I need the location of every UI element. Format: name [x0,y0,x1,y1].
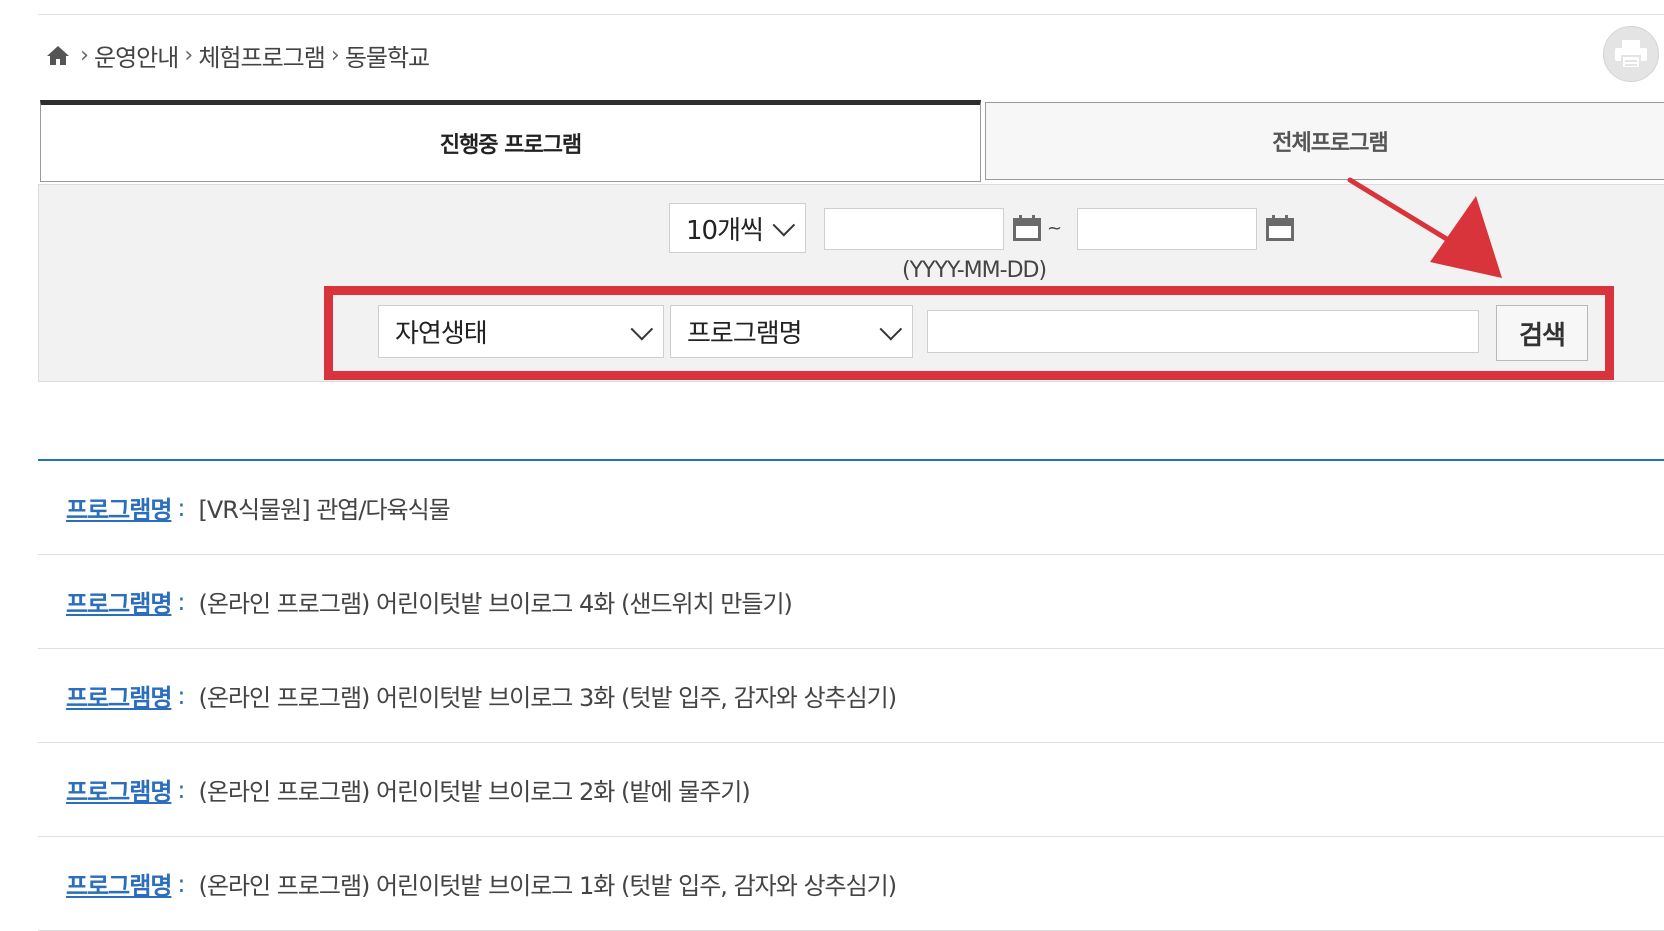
breadcrumb: › 운영안내 › 체험프로그램 › 동물학교 [44,38,430,73]
program-label-colon: : [177,681,185,710]
program-label[interactable]: 프로그램명 [66,678,172,713]
top-divider [38,14,1664,15]
breadcrumb-item[interactable]: 운영안내 [94,38,179,73]
breadcrumb-item-current: 동물학교 [344,43,430,72]
program-list: 프로그램명 : [VR식물원] 관엽/다육식물 프로그램명 : (온라인 프로그… [38,461,1664,931]
per-page-select[interactable]: 10개씩 [669,203,806,253]
tab-ongoing-programs[interactable]: 진행중 프로그램 [40,100,981,182]
program-label-colon: : [177,869,185,898]
program-title[interactable]: [VR식물원] 관엽/다육식물 [199,490,451,525]
calendar-icon[interactable] [1012,214,1042,242]
program-title[interactable]: (온라인 프로그램) 어린이텃밭 브이로그 3화 (텃밭 입주, 감자와 상추심… [199,678,898,713]
print-button[interactable] [1603,26,1659,82]
printer-icon [1615,40,1647,69]
per-page-value: 10개씩 [686,215,764,246]
program-label[interactable]: 프로그램명 [66,584,172,619]
list-item[interactable]: 프로그램명 : (온라인 프로그램) 어린이텃밭 브이로그 4화 (샌드위치 만… [38,555,1664,649]
chevron-right-icon: › [80,42,89,68]
list-item[interactable]: 프로그램명 : (온라인 프로그램) 어린이텃밭 브이로그 2화 (밭에 물주기… [38,743,1664,837]
start-date-input[interactable] [824,208,1004,250]
program-label-colon: : [177,775,185,804]
program-title[interactable]: (온라인 프로그램) 어린이텃밭 브이로그 4화 (샌드위치 만들기) [199,584,793,619]
chevron-right-icon: › [330,42,340,68]
list-item[interactable]: 프로그램명 : (온라인 프로그램) 어린이텃밭 브이로그 1화 (텃밭 입주,… [38,837,1664,931]
annotation-arrow-icon [1347,177,1502,278]
date-format-hint: (YYYY-MM-DD) [902,258,1047,283]
list-item[interactable]: 프로그램명 : [VR식물원] 관엽/다육식물 [38,461,1664,555]
program-label-colon: : [177,493,185,522]
end-date-input[interactable] [1077,208,1257,250]
calendar-icon[interactable] [1265,214,1295,242]
program-label[interactable]: 프로그램명 [66,866,172,901]
breadcrumb-item[interactable]: 체험프로그램 [198,38,325,73]
home-icon[interactable] [44,41,72,69]
tab-all-programs[interactable]: 전체프로그램 [985,102,1664,180]
list-item[interactable]: 프로그램명 : (온라인 프로그램) 어린이텃밭 브이로그 3화 (텃밭 입주,… [38,649,1664,743]
annotation-highlight-box [324,286,1614,380]
program-label[interactable]: 프로그램명 [66,490,172,525]
tab-label: 전체프로그램 [1272,131,1388,156]
chevron-right-icon: › [184,42,193,68]
program-label-colon: : [177,587,185,616]
tab-label: 진행중 프로그램 [439,133,582,158]
program-label[interactable]: 프로그램명 [66,772,172,807]
program-title[interactable]: (온라인 프로그램) 어린이텃밭 브이로그 1화 (텃밭 입주, 감자와 상추심… [199,866,898,901]
date-range-separator: ~ [1047,218,1063,239]
chevron-down-icon [772,213,796,237]
program-title[interactable]: (온라인 프로그램) 어린이텃밭 브이로그 2화 (밭에 물주기) [199,772,751,807]
